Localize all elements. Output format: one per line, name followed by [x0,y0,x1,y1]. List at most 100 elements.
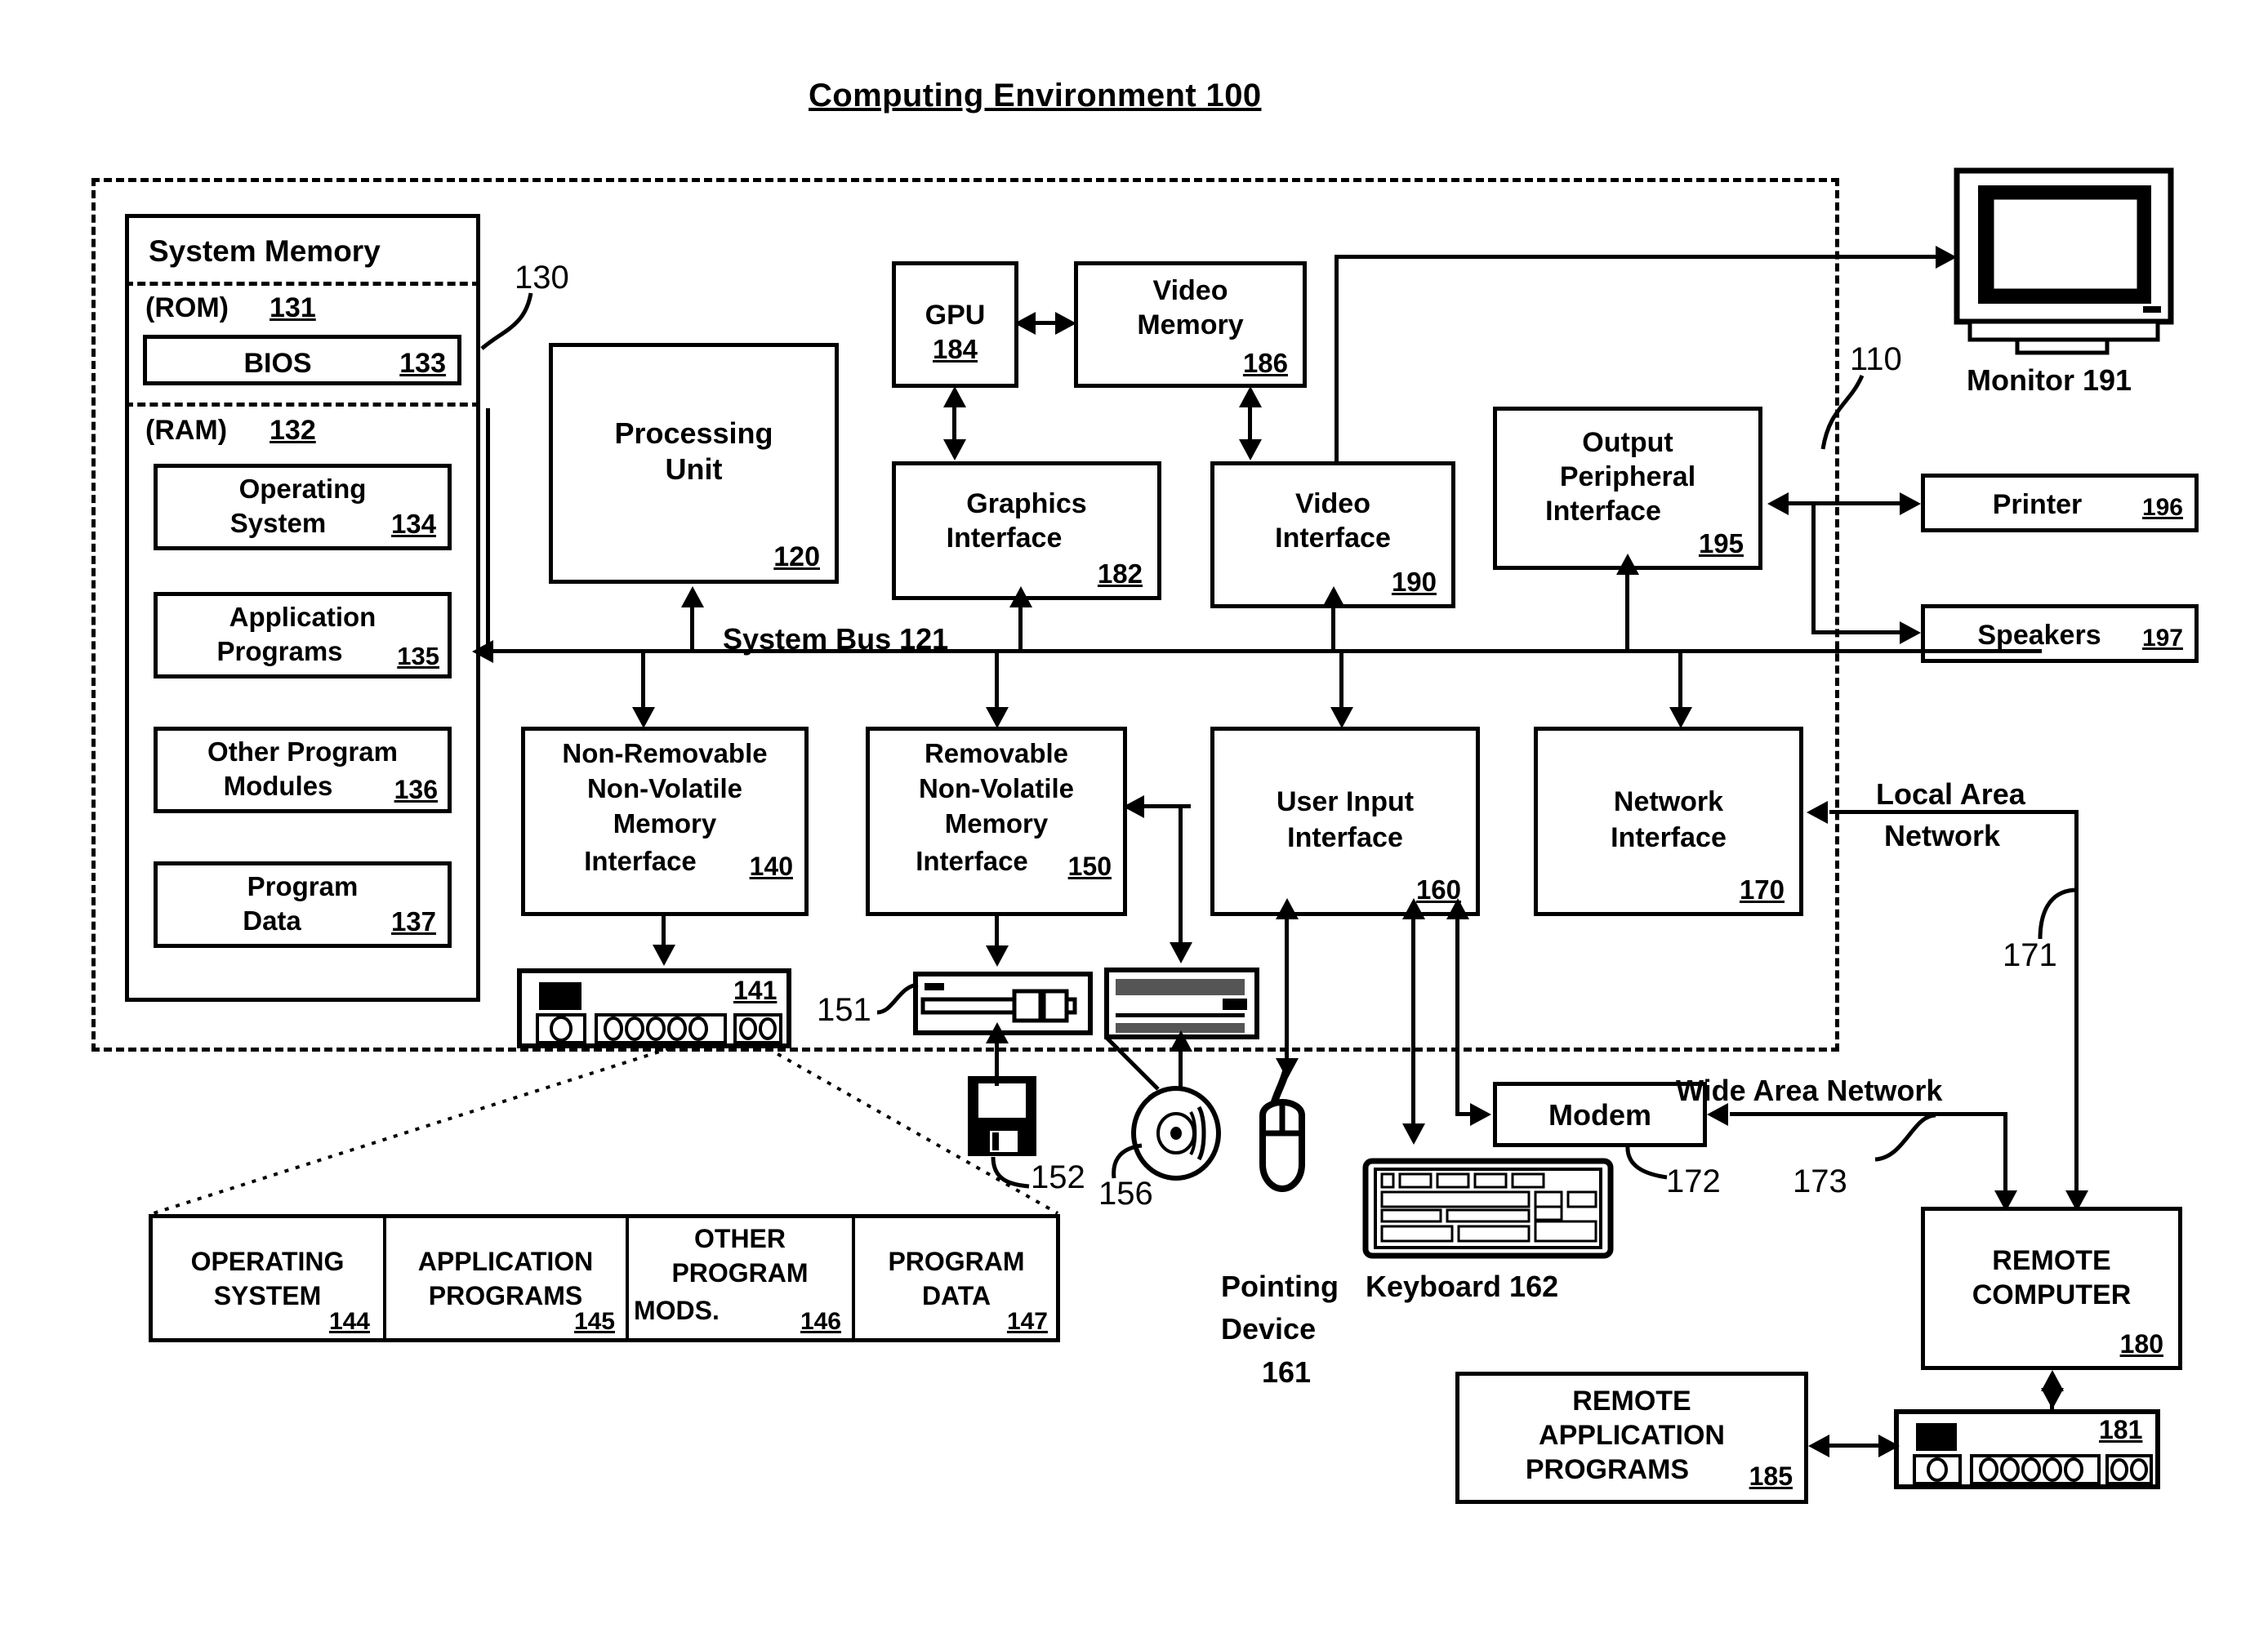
bios-box: BIOS 133 [143,335,461,385]
removable-right-vertical [1179,804,1183,947]
legend-145-line2: PROGRAMS [428,1281,583,1310]
remote-app-line1: REMOTE [1572,1386,1691,1417]
pointing-device-line1: Pointing [1221,1270,1339,1303]
modem-box: Modem [1493,1082,1707,1147]
mouse-icon [1259,1065,1305,1193]
monitor-feed-horizontal [1335,255,1939,259]
legend-147-line2: DATA [921,1281,991,1310]
user-input-line1: User Input [1276,786,1415,817]
output-peripheral-line2: Peripheral [1559,461,1696,492]
gpu-label: GPU [925,300,986,331]
lan-horizontal [1829,810,2079,814]
program-data-ref: 137 [390,906,436,936]
legend-146-line2: PROGRAM [671,1258,809,1288]
remote-app-arrow-right [1878,1435,1900,1457]
other-program-modules-ref: 136 [394,775,438,804]
gpu-gfx-arrow-down [943,439,966,460]
wan-vertical [2003,1112,2007,1195]
removable-line2: Non-Volatile [918,773,1075,803]
non-removable-line3: Memory [613,808,717,839]
video-memory-line2: Memory [1137,309,1244,340]
pointing-device-line2: Device [1221,1312,1317,1346]
ram-ref: 132 [270,415,316,446]
floppy-drive-ref: 151 [817,992,871,1028]
gpu-vmem-arrow-right [1055,312,1076,335]
processing-unit-ref: 120 [773,541,820,572]
vmem-vif-arrow-down [1239,439,1262,460]
speakers-feed-horizontal [1811,630,1901,634]
gpu-box: GPU 184 [892,261,1018,388]
mouse-link-arrow-down [1276,1058,1299,1079]
legend-item-application-programs: APPLICATION PROGRAMS 145 [386,1214,625,1342]
monitor-icon [1954,167,2174,355]
non-removable-ref: 140 [749,852,793,881]
bus-stub-vif-arrow [1322,586,1345,607]
legend-callout-lines [153,1047,1058,1215]
lan-vertical [2074,810,2079,1195]
system-bus-label: System Bus 121 [723,622,949,656]
gpu-gfx-arrow-up [943,386,966,407]
processing-unit-box: Processing Unit 120 [549,343,839,584]
mouse-link-line [1285,916,1289,1071]
video-interface-line1: Video [1295,488,1370,519]
keyboard-icon [1362,1158,1614,1259]
video-memory-box: Video Memory 186 [1074,261,1307,388]
network-interface-line1: Network [1613,786,1724,817]
ram-item-program-data: Program Data 137 [154,861,452,948]
remote-drive-arrow-down [2041,1388,2064,1409]
legend-146-line1: OTHER [694,1224,786,1253]
video-memory-ref: 186 [1242,348,1288,378]
remote-computer-ref: 180 [2119,1329,2163,1359]
legend-146-line3: MODS. [634,1296,720,1325]
optical-disc-leader [1112,1143,1143,1179]
bus-down-userinput [1339,649,1343,713]
speakers-ref: 197 [2141,625,2183,652]
modem-link-arrow-right [1470,1103,1491,1126]
hd-link-line [662,916,666,947]
modem-label: Modem [1548,1098,1651,1132]
legend-145-ref: 145 [573,1308,615,1335]
other-program-modules-line1: Other Program [207,736,398,767]
processing-unit-line2: Unit [665,452,723,486]
remote-computer-line1: REMOTE [1992,1245,2111,1276]
remote-computer-box: REMOTE COMPUTER 180 [1921,1207,2182,1370]
legend-147-ref: 147 [1006,1308,1048,1335]
user-input-interface-box: User Input Interface 160 [1210,727,1480,916]
printer-box: Printer 196 [1921,474,2199,532]
output-peripheral-ref: 195 [1698,528,1744,558]
output-peripheral-in-arrow [1767,492,1789,515]
bios-ref: 133 [399,348,446,379]
printer-feed-arrow [1900,492,1921,515]
user-input-line2: Interface [1287,822,1403,853]
boundary-leader-line [1820,375,1865,450]
vmem-vif-arrow-up [1239,386,1262,407]
wan-arrow-to-modem [1707,1103,1728,1126]
network-interface-ref: 170 [1739,874,1785,905]
video-interface-line2: Interface [1275,523,1391,554]
processing-unit-line1: Processing [614,416,773,450]
remote-app-line3: PROGRAMS [1525,1454,1690,1485]
keyboard-label: Keyboard 162 [1366,1270,1559,1303]
ram-item-other-program-modules: Other Program Modules 136 [154,727,452,813]
optical-disc-line [1179,1047,1183,1088]
ram-label: (RAM) [145,415,228,446]
bus-down-network-arrow [1669,707,1692,728]
speakers-feed-vertical [1811,501,1816,632]
pointing-device-line3: 161 [1262,1355,1312,1389]
legend-144-line1: OPERATING [190,1247,345,1276]
system-memory-heading: System Memory [149,234,381,268]
remote-app-ref: 185 [1749,1461,1793,1491]
bus-stub-gfx [1018,606,1023,652]
remote-hard-drive-ref: 181 [2099,1415,2143,1444]
bus-down-nonremovable-arrow [632,707,655,728]
non-removable-line1: Non-Removable [562,738,768,768]
mouse-link-arrow-up [1276,898,1299,919]
keyboard-link-line [1411,916,1415,1132]
fd-link-arrow [986,945,1009,967]
legend-item-other-program-mods: OTHER PROGRAM MODS. 146 [629,1214,851,1342]
rom-label: (ROM) [145,292,229,323]
ram-item-application-programs: Application Programs 135 [154,592,452,678]
output-peripheral-interface-box: Output Peripheral Interface 195 [1493,407,1762,570]
speakers-feed-arrow [1900,621,1921,644]
legend-item-operating-system: OPERATING SYSTEM 144 [155,1214,380,1342]
